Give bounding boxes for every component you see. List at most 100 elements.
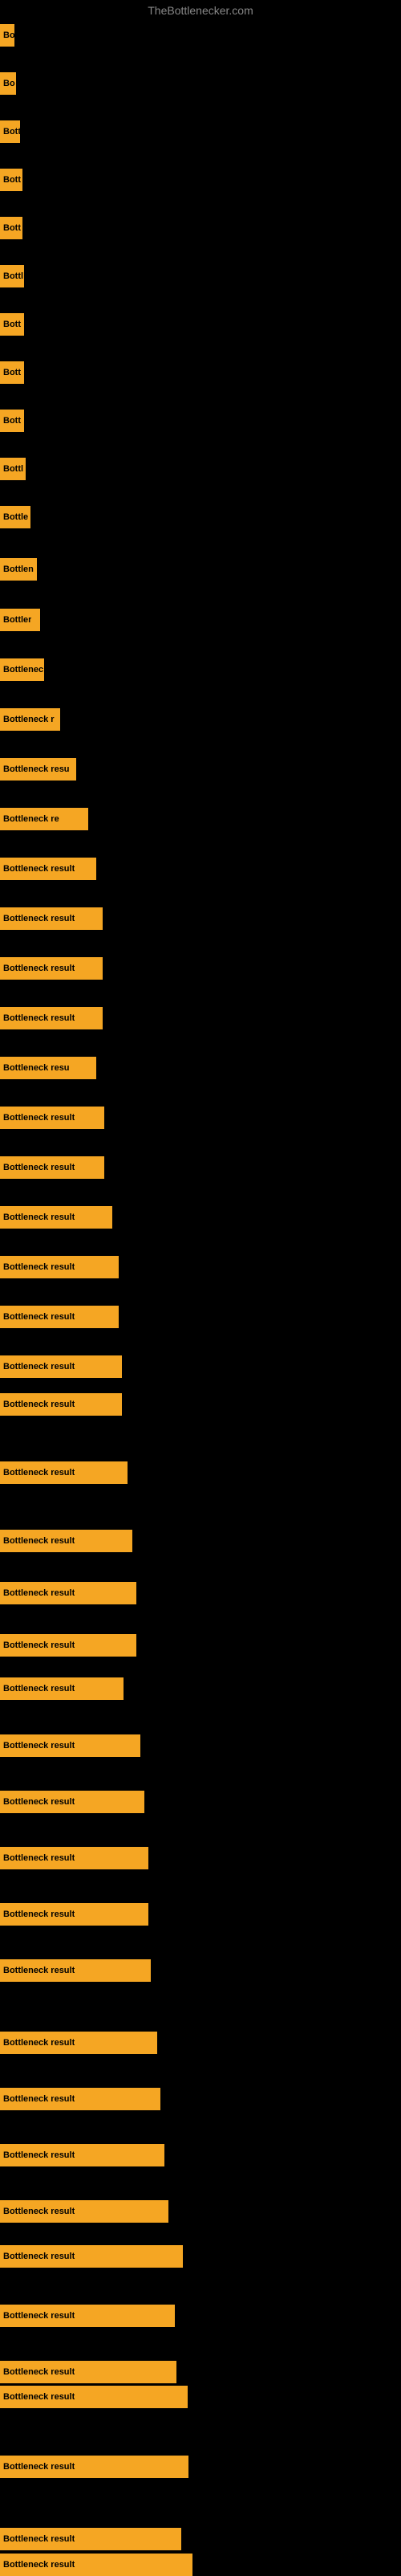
bar-label: Bottleneck resu (3, 764, 70, 774)
bar-label: Bottleneck result (3, 1262, 75, 1272)
bar-label: Bottl (3, 271, 23, 281)
bar-item: Bo (0, 24, 14, 47)
bar-label: Bottleneck result (3, 2311, 75, 2321)
bar-label: Bottleneck result (3, 2534, 75, 2544)
bar-item: Bottleneck result (0, 1582, 136, 1604)
bar-item: Bottleneck result (0, 2144, 164, 2166)
bar-item: Bottleneck result (0, 1306, 119, 1328)
bar-label: Bottleneck result (3, 1966, 75, 1975)
bar-item: Bottleneck result (0, 2361, 176, 2383)
bar-item: Bottleneck result (0, 1634, 136, 1657)
bar-label: Bottleneck result (3, 964, 75, 973)
bar-item: Bottleneck result (0, 2200, 168, 2223)
bar-item: Bott (0, 217, 22, 239)
bar-label: Bottleneck result (3, 1312, 75, 1322)
bar-item: Bottleneck result (0, 2554, 192, 2576)
bar-item: Bottleneck result (0, 1530, 132, 1552)
bar-label: Bott (3, 368, 21, 377)
bar-item: Bottleneck result (0, 1355, 122, 1378)
bar-item: Bottleneck result (0, 2386, 188, 2408)
bar-item: Bottlen (0, 558, 37, 581)
bar-item: Bottleneck result (0, 1156, 104, 1179)
bar-item: Bottleneck re (0, 808, 88, 830)
bar-item: Bottleneck result (0, 1903, 148, 1926)
bar-label: Bottleneck result (3, 864, 75, 874)
bar-label: Bott (3, 320, 21, 329)
bar-item: Bottleneck result (0, 907, 103, 930)
bar-item: Bottleneck result (0, 2528, 181, 2550)
bar-label: Bott (3, 175, 21, 185)
bar-item: Bottleneck result (0, 1847, 148, 1869)
bar-label: Bottleneck result (3, 1797, 75, 1807)
bar-label: Bottleneck result (3, 2252, 75, 2261)
bar-label: Bottleneck r (3, 715, 55, 724)
bar-label: Bott (3, 223, 21, 233)
bar-item: Bott (0, 361, 24, 384)
bar-item: Bottleneck result (0, 1791, 144, 1813)
bar-label: Bott (3, 416, 21, 426)
bar-item: Bottle (0, 506, 30, 528)
bar-item: Bo (0, 72, 16, 95)
bar-label: Bottleneck result (3, 1213, 75, 1222)
bar-item: Bottleneck r (0, 708, 60, 731)
bar-label: Bottleneck result (3, 1468, 75, 1478)
bar-item: Bottleneck result (0, 1206, 112, 1229)
bar-item: Bottleneck result (0, 1959, 151, 1982)
bar-label: Bottleneck result (3, 1013, 75, 1023)
site-title: TheBottlenecker.com (148, 4, 253, 17)
bar-label: Bottleneck result (3, 2150, 75, 2160)
bar-label: Bottle (3, 512, 28, 522)
bar-item: Bottleneck result (0, 2032, 157, 2054)
bar-item: Bottleneck result (0, 2456, 188, 2478)
bar-label: Bottleneck result (3, 2207, 75, 2216)
bar-label: Bottleneck result (3, 1163, 75, 1172)
bar-item: Bottleneck result (0, 2305, 175, 2327)
bar-label: Bottleneck result (3, 1684, 75, 1694)
bar-item: Bott (0, 410, 24, 432)
bar-item: Bottl (0, 265, 24, 287)
bar-label: Bo (3, 31, 14, 40)
bar-label: Bottl (3, 464, 23, 474)
bar-item: Bottleneck resu (0, 1057, 96, 1079)
bar-item: Bottleneck result (0, 1734, 140, 1757)
bar-label: Bottleneck result (3, 2367, 75, 2377)
bar-item: Bott (0, 313, 24, 336)
bar-label: Bottlenec (3, 665, 43, 675)
bar-label: Bottleneck result (3, 2462, 75, 2472)
bar-label: Bottleneck result (3, 1536, 75, 1546)
bar-item: Bottleneck result (0, 858, 96, 880)
bar-item: Bottl (0, 458, 26, 480)
bar-label: Bottleneck result (3, 1641, 75, 1650)
bar-label: Bottleneck result (3, 2560, 75, 2570)
bar-item: Bottleneck result (0, 957, 103, 980)
bar-label: Bottleneck result (3, 1588, 75, 1598)
bar-item: Bottler (0, 609, 40, 631)
bar-label: Bottlen (3, 565, 34, 574)
bar-label: Bottleneck result (3, 1362, 75, 1372)
bar-label: Bottleneck result (3, 2094, 75, 2104)
bar-item: Bottleneck resu (0, 758, 76, 781)
bar-label: Bottleneck re (3, 814, 59, 824)
bar-item: Bottleneck result (0, 1007, 103, 1029)
bar-label: Bottleneck result (3, 1910, 75, 1919)
bar-label: Bottleneck result (3, 2038, 75, 2048)
bar-label: Bottleneck result (3, 1113, 75, 1123)
bar-item: Bottlenec (0, 658, 44, 681)
bar-label: Bottleneck result (3, 1853, 75, 1863)
bar-item: Bottleneck result (0, 2088, 160, 2110)
bar-item: Bottleneck result (0, 1393, 122, 1416)
bar-item: Bottleneck result (0, 2245, 183, 2268)
bar-label: Bottleneck result (3, 2392, 75, 2402)
bar-label: Bo (3, 79, 15, 88)
bar-label: Bott (3, 127, 20, 137)
bar-item: Bottleneck result (0, 1677, 124, 1700)
bar-label: Bottleneck resu (3, 1063, 70, 1073)
bar-item: Bottleneck result (0, 1461, 128, 1484)
bar-label: Bottler (3, 615, 31, 625)
bar-label: Bottleneck result (3, 914, 75, 923)
bar-item: Bott (0, 120, 20, 143)
bar-item: Bottleneck result (0, 1256, 119, 1278)
bar-item: Bott (0, 169, 22, 191)
bar-label: Bottleneck result (3, 1400, 75, 1409)
bar-label: Bottleneck result (3, 1741, 75, 1751)
